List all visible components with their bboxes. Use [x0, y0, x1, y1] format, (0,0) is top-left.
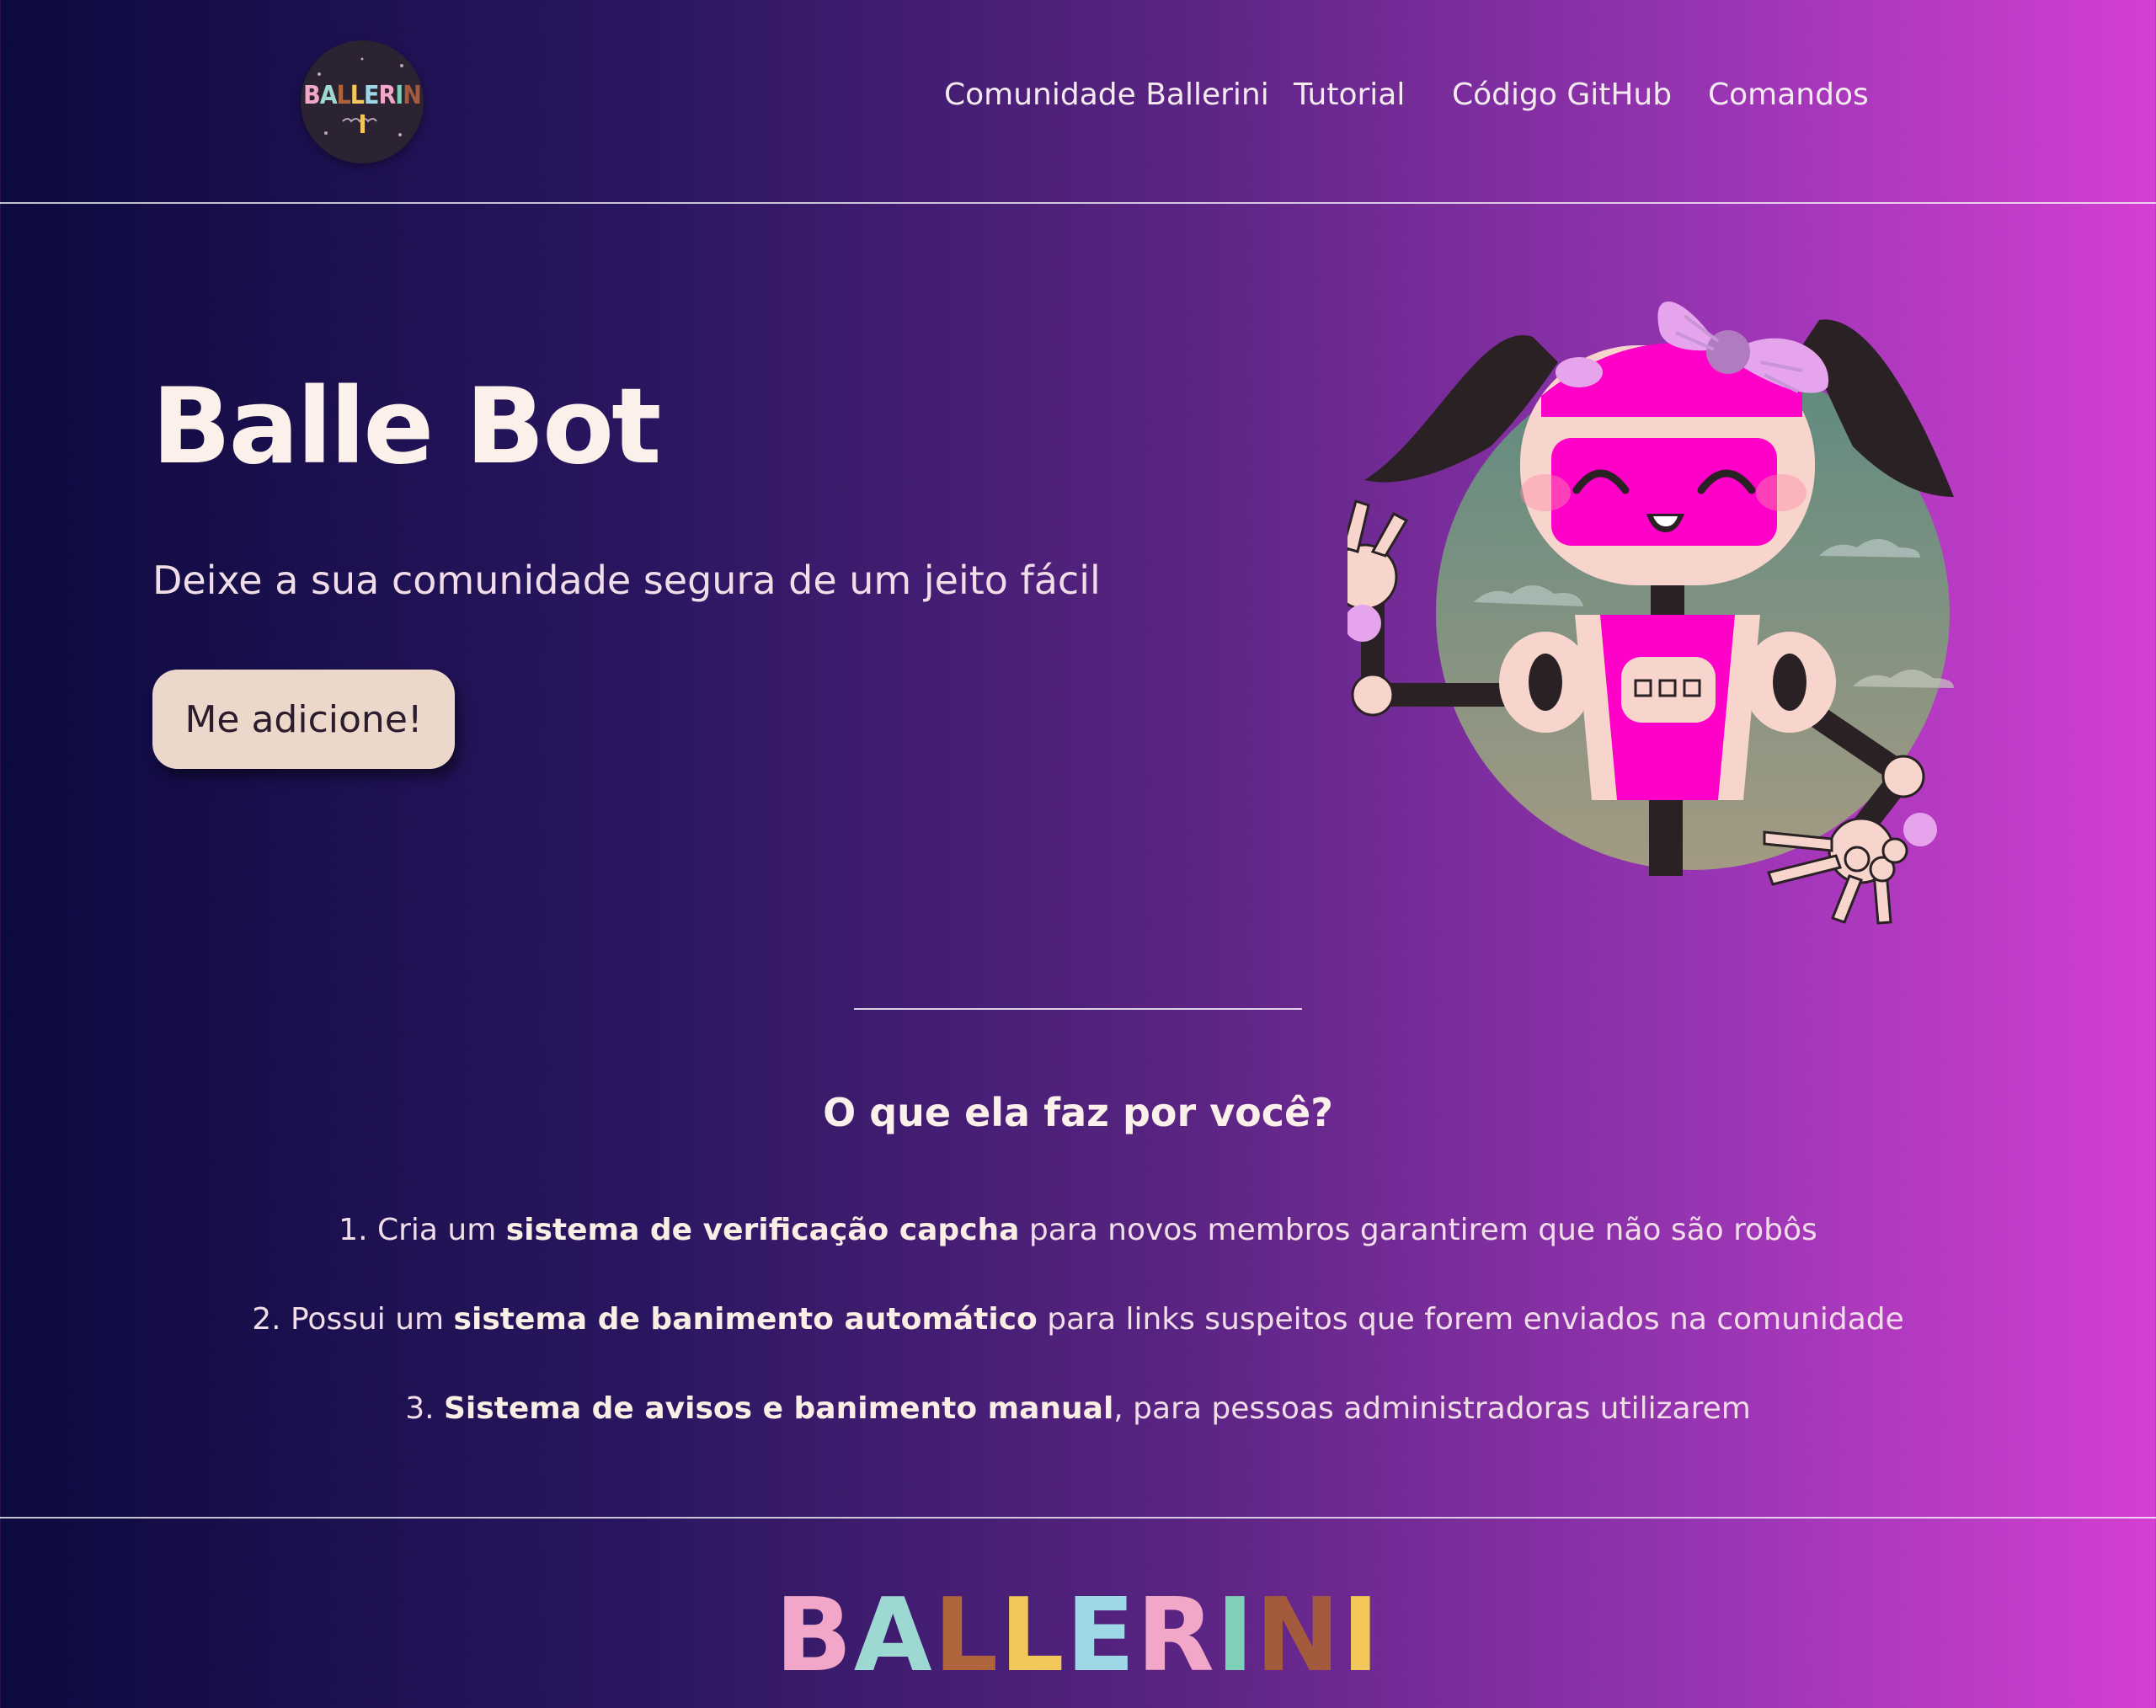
- feature-item-3: 3. Sistema de avisos e banimento manual,…: [0, 1391, 2156, 1426]
- logo-letter: I: [1215, 1577, 1256, 1695]
- logo-letter: N: [1255, 1577, 1342, 1695]
- feature-item-2-prefix: 2. Possui um: [252, 1302, 454, 1337]
- feature-item-2-bold: sistema de banimento automático: [453, 1302, 1038, 1337]
- logo-letter: L: [1000, 1577, 1066, 1695]
- logo-letter: R: [1136, 1577, 1216, 1695]
- hero-title: Balle Bot: [152, 366, 661, 488]
- feature-item-2-suffix: para links suspeitos que forem enviados …: [1037, 1302, 1904, 1337]
- feature-item-1: 1. Cria um sistema de verificação capcha…: [0, 1213, 2156, 1247]
- feature-item-3-bold: Sistema de avisos e banimento manual: [443, 1391, 1114, 1426]
- robot-mascot-illustration: [1348, 301, 1954, 925]
- features-title: O que ela faz por você?: [823, 1090, 1333, 1135]
- section-divider: [854, 1008, 1302, 1010]
- nav-link-github[interactable]: Código GitHub: [1452, 77, 1672, 112]
- feature-item-3-prefix: 3.: [405, 1391, 444, 1426]
- feature-item-3-suffix: , para pessoas administradoras utilizare…: [1113, 1391, 1751, 1426]
- nav-link-comandos[interactable]: Comandos: [1708, 77, 1869, 112]
- footer-ballerini-logo: BALLERINI: [0, 1577, 2156, 1695]
- logo-letter: A: [853, 1577, 934, 1695]
- logo-letter: L: [933, 1577, 1001, 1695]
- add-bot-button[interactable]: Me adicione!: [152, 670, 455, 769]
- feature-item-1-prefix: 1. Cria um: [339, 1213, 506, 1247]
- feature-item-1-bold: sistema de verificação capcha: [505, 1213, 1020, 1247]
- site-header: BALLERINI Comunidade Ballerini Tutorial …: [0, 0, 2156, 204]
- feature-item-2: 2. Possui um sistema de banimento automá…: [0, 1302, 2156, 1337]
- logo-letter: I: [1342, 1577, 1381, 1695]
- feature-item-1-suffix: para novos membros garantirem que não sã…: [1019, 1213, 1817, 1247]
- nav-link-comunidade[interactable]: Comunidade Ballerini: [944, 77, 1269, 112]
- nav-link-tutorial[interactable]: Tutorial: [1294, 77, 1405, 112]
- logo-letter: B: [775, 1577, 854, 1695]
- hero-subtitle: Deixe a sua comunidade segura de um jeit…: [152, 558, 1101, 603]
- main-nav: Comunidade Ballerini Tutorial Código Git…: [0, 77, 2156, 128]
- logo-letter: E: [1065, 1577, 1137, 1695]
- site-footer: BALLERINI: [0, 1517, 2156, 1708]
